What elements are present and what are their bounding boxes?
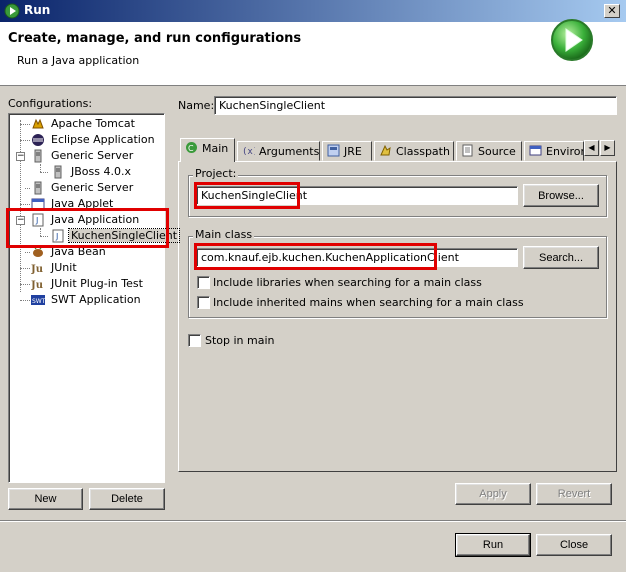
tab-source[interactable]: Source [456,141,522,161]
arguments-icon: (x) [242,147,255,157]
bean-icon [33,246,43,257]
swt-icon: SWT [31,295,45,305]
svg-text:Ju: Ju [31,264,43,275]
main-class-label: Main class [193,228,255,241]
java-app-icon: J [32,213,44,227]
svg-text:C: C [188,144,194,153]
include-inherited-label: Include inherited mains when searching f… [213,296,524,309]
name-label: Name: [178,99,215,112]
close-button[interactable]: Close [536,534,612,556]
run-button[interactable]: Run [455,533,531,557]
server-icon [34,149,42,163]
tab-label: Arguments [259,145,320,158]
main-class-field[interactable]: com.knauf.ejb.kuchen.KuchenApplicationCl… [196,248,518,267]
jre-icon [327,144,340,157]
tab-label: Environ [546,145,584,158]
tomcat-icon [32,118,44,129]
java-app-icon: J [52,229,64,243]
header-banner: Create, manage, and run configurations R… [0,22,626,86]
bottom-separator [0,520,626,522]
tab-arguments[interactable]: (x) Arguments [237,141,320,161]
revert-button[interactable]: Revert [536,483,612,505]
include-libraries-label: Include libraries when searching for a m… [213,276,482,289]
svg-text:(x): (x) [242,147,255,157]
apply-button[interactable]: Apply [455,483,531,505]
tree-item-label: Eclipse Application [51,133,155,146]
tree-item-label: JUnit [51,261,77,274]
browse-button[interactable]: Browse... [523,184,599,207]
project-field[interactable]: KuchenSingleClient [196,186,518,205]
source-icon [462,144,473,157]
tree-item-label: JBoss 4.0.x [71,165,131,178]
tab-scroll-right-button[interactable]: ▶ [600,140,615,156]
include-libraries-checkbox[interactable] [197,276,210,289]
svg-text:Ju: Ju [31,280,43,291]
run-icon [551,19,593,61]
configurations-label: Configurations: [8,97,93,110]
header-title: Create, manage, and run configurations [8,31,302,46]
close-window-button[interactable]: ✕ [604,4,620,18]
applet-icon [31,198,45,210]
tab-label: JRE [344,145,362,158]
tab-jre[interactable]: JRE [322,141,372,161]
project-label: Project: [193,167,239,180]
window-title: Run [24,3,51,17]
tab-classpath[interactable]: Classpath [374,141,454,161]
title-bar[interactable]: Run ✕ [0,0,626,22]
tree-item-label: Java Bean [51,245,106,258]
tree-item-label: SWT Application [51,293,141,306]
server-icon [54,165,62,179]
tab-label: Classpath [396,145,450,158]
tab-environment[interactable]: Environ [524,141,584,161]
tree-item-label: Java Application [51,213,140,226]
eclipse-icon [32,134,44,146]
new-button[interactable]: New [8,488,83,510]
tree-item-label: Generic Server [51,181,134,194]
tree-item-label: Java Applet [51,197,114,210]
tree-item-label: KuchenSingleClient [67,228,181,243]
tab-main[interactable]: C Main [180,138,235,162]
run-window-icon [4,3,20,19]
svg-text:J: J [35,216,38,225]
junit-icon: Ju [31,280,43,291]
main-tab-icon: C [186,142,197,153]
stop-in-main-checkbox[interactable] [188,334,201,347]
environment-icon [529,145,542,156]
classpath-icon [380,144,391,156]
include-inherited-checkbox[interactable] [197,296,210,309]
delete-button[interactable]: Delete [89,488,165,510]
stop-in-main-label: Stop in main [205,334,275,347]
search-button[interactable]: Search... [523,246,599,269]
tree-item-label: JUnit Plug-in Test [51,277,143,290]
svg-text:J: J [55,232,58,241]
name-field[interactable]: KuchenSingleClient [214,96,617,115]
svg-text:SWT: SWT [32,298,45,305]
tab-scroll-left-button[interactable]: ◀ [584,140,599,156]
tab-label: Main [202,142,229,155]
junit-icon: Ju [31,264,43,275]
tree-item-label: Apache Tomcat [51,117,135,130]
configuration-tree[interactable]: − − Apache Tomcat Eclipse Application Ge… [8,113,181,483]
server-icon [34,181,42,195]
header-subtitle: Run a Java application [17,54,140,67]
tree-item-label: Generic Server [51,149,134,162]
tab-label: Source [478,145,516,158]
